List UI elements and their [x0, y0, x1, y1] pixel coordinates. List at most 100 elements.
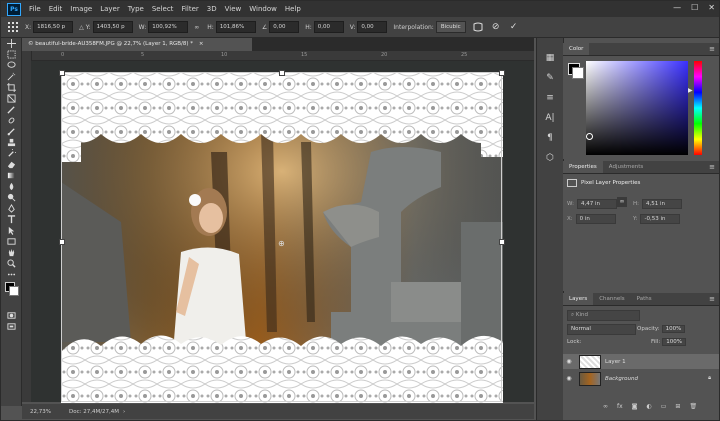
- background-color-swatch[interactable]: [572, 67, 584, 79]
- layer-name[interactable]: Layer 1: [605, 359, 626, 365]
- color-swatches[interactable]: [1, 280, 21, 296]
- close-icon[interactable]: ✕: [708, 3, 715, 12]
- document-tab[interactable]: © beautiful-bride-AU358FM.JPG @ 22,7% (L…: [22, 38, 252, 51]
- panel-menu-icon[interactable]: ≡: [709, 295, 715, 303]
- prop-x-input[interactable]: 0 in: [575, 214, 616, 224]
- menu-layer[interactable]: Layer: [96, 5, 124, 13]
- more-tools-icon[interactable]: [1, 269, 21, 280]
- prop-y-input[interactable]: -0,53 in: [640, 214, 681, 224]
- color-picker-ring[interactable]: [586, 133, 593, 140]
- panel-menu-icon[interactable]: ≡: [709, 163, 715, 171]
- brush-tool-icon[interactable]: [1, 126, 21, 137]
- menu-select[interactable]: Select: [148, 5, 178, 13]
- color-field[interactable]: [586, 61, 688, 155]
- warp-icon[interactable]: [472, 21, 484, 33]
- eraser-tool-icon[interactable]: [1, 159, 21, 170]
- history-icon[interactable]: ▦: [537, 48, 563, 68]
- prop-w-input[interactable]: 4,47 in: [576, 199, 617, 209]
- path-selection-icon[interactable]: [1, 225, 21, 236]
- transform-handle[interactable]: [499, 239, 505, 245]
- lock-icon[interactable]: 🔒︎: [708, 375, 711, 382]
- transform-handle[interactable]: [279, 70, 285, 76]
- visibility-eye-icon[interactable]: ◉: [563, 358, 575, 365]
- tab-properties[interactable]: Properties: [563, 161, 603, 173]
- status-chevron-icon[interactable]: ›: [123, 409, 125, 415]
- quick-mask-icon[interactable]: [1, 310, 21, 321]
- menu-3d[interactable]: 3D: [203, 5, 221, 13]
- frame-tool-icon[interactable]: [1, 93, 21, 104]
- eyedropper-icon[interactable]: [1, 104, 21, 115]
- commit-transform-icon[interactable]: ✓: [508, 21, 520, 33]
- type-tool-icon[interactable]: [1, 214, 21, 225]
- menu-image[interactable]: Image: [66, 5, 96, 13]
- screen-mode-icon[interactable]: [1, 321, 21, 332]
- layer-name[interactable]: Background: [605, 376, 638, 382]
- clone-stamp-icon[interactable]: [1, 137, 21, 148]
- paragraph-icon[interactable]: ¶: [537, 128, 563, 148]
- h-skew-input[interactable]: 0,00: [313, 21, 344, 33]
- group-icon[interactable]: ▭: [661, 403, 667, 410]
- y-input[interactable]: 1403,50 p: [92, 21, 133, 33]
- close-tab-icon[interactable]: ×: [199, 41, 204, 47]
- move-tool-icon[interactable]: [1, 38, 21, 49]
- angle-input[interactable]: 0,00: [269, 21, 300, 33]
- blend-mode-select[interactable]: Normal: [567, 324, 636, 335]
- 3d-cube-icon[interactable]: ⬡: [537, 148, 563, 168]
- tab-adjustments[interactable]: Adjustments: [603, 161, 649, 173]
- trash-icon[interactable]: 🗑︎: [689, 403, 697, 410]
- tab-color[interactable]: Color: [563, 43, 590, 55]
- link-icon[interactable]: ∞: [603, 403, 608, 410]
- transform-handle[interactable]: [499, 70, 505, 76]
- opacity-input[interactable]: 100%: [661, 325, 686, 333]
- mask-icon[interactable]: ◙: [632, 403, 638, 410]
- transform-handle[interactable]: [59, 239, 65, 245]
- cancel-transform-icon[interactable]: ⊘: [490, 21, 502, 33]
- brush-settings-icon[interactable]: ✎: [537, 68, 563, 88]
- pen-tool-icon[interactable]: [1, 203, 21, 214]
- link-dimensions-icon[interactable]: ∞: [617, 197, 627, 207]
- adjustment-icon[interactable]: ◐: [647, 403, 652, 410]
- dodge-tool-icon[interactable]: [1, 192, 21, 203]
- tab-layers[interactable]: Layers: [563, 293, 594, 305]
- menu-view[interactable]: View: [221, 5, 246, 13]
- transform-handle[interactable]: [59, 70, 65, 76]
- reference-point-icon[interactable]: [7, 21, 19, 33]
- menu-type[interactable]: Type: [124, 5, 148, 13]
- menu-filter[interactable]: Filter: [177, 5, 202, 13]
- layer-filter-select[interactable]: ⌕ Kind: [567, 310, 640, 321]
- minimize-icon[interactable]: —: [673, 3, 681, 12]
- transform-center-icon[interactable]: ⊕: [278, 239, 285, 248]
- rectangle-tool-icon[interactable]: [1, 236, 21, 247]
- document-image[interactable]: [61, 72, 503, 403]
- h-input[interactable]: 101,86%: [215, 21, 256, 33]
- blur-tool-icon[interactable]: [1, 181, 21, 192]
- background-color-swatch[interactable]: [9, 286, 19, 296]
- hand-tool-icon[interactable]: [1, 247, 21, 258]
- hue-slider[interactable]: [694, 61, 702, 155]
- panel-menu-icon[interactable]: ≡: [709, 45, 715, 53]
- menu-help[interactable]: Help: [281, 5, 305, 13]
- chain-link-icon[interactable]: ∞: [194, 24, 199, 31]
- marquee-tool-icon[interactable]: [1, 49, 21, 60]
- fill-input[interactable]: 100%: [662, 338, 686, 346]
- tab-channels[interactable]: Channels: [593, 293, 630, 305]
- visibility-eye-icon[interactable]: ◉: [563, 375, 575, 382]
- history-brush-icon[interactable]: [1, 148, 21, 159]
- prop-h-input[interactable]: 4,51 in: [642, 199, 682, 209]
- crop-tool-icon[interactable]: [1, 82, 21, 93]
- magic-wand-icon[interactable]: [1, 71, 21, 82]
- maximize-icon[interactable]: ☐: [691, 3, 698, 12]
- menu-window[interactable]: Window: [245, 5, 281, 13]
- layer-row-background[interactable]: ◉ Background 🔒︎: [563, 371, 719, 386]
- layer-row-layer-1[interactable]: ◉ Layer 1: [563, 354, 719, 369]
- zoom-tool-icon[interactable]: [1, 258, 21, 269]
- v-skew-input[interactable]: 0,00: [357, 21, 388, 33]
- gradient-tool-icon[interactable]: [1, 170, 21, 181]
- character-icon[interactable]: A|: [537, 108, 563, 128]
- lasso-tool-icon[interactable]: [1, 60, 21, 71]
- menu-edit[interactable]: Edit: [45, 5, 67, 13]
- new-layer-icon[interactable]: ⊞: [675, 403, 680, 410]
- zoom-level[interactable]: 22,73%: [30, 409, 51, 415]
- x-input[interactable]: 1816,50 p: [33, 21, 74, 33]
- adjust-sliders-icon[interactable]: ≡: [537, 88, 563, 108]
